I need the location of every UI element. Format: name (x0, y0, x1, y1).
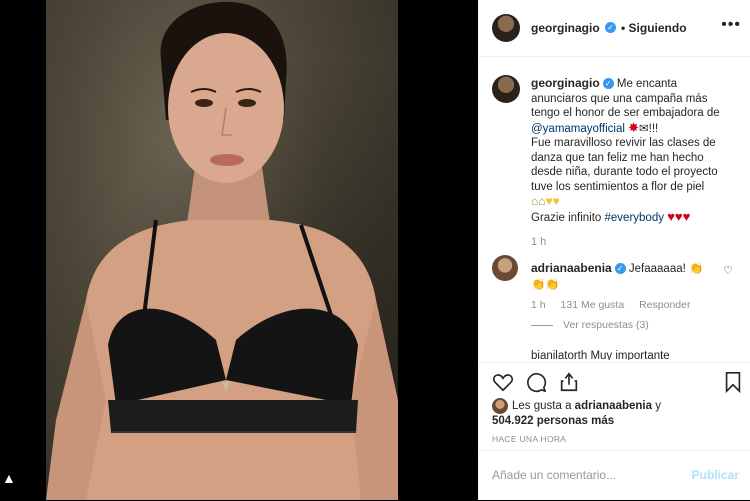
more-icon[interactable]: ••• (721, 16, 741, 34)
reply-button[interactable]: Responder (639, 299, 690, 311)
comment-meta: 1 h 131 Me gusta Responder (531, 299, 691, 311)
comment-box: Añade un comentario... Publicar (479, 450, 750, 501)
navigation-arrow-icon[interactable]: ▲ (2, 470, 16, 486)
mention-link[interactable]: @yamamayofficial (531, 123, 625, 135)
bookmark-icon[interactable] (722, 371, 744, 393)
comments-list: georginagio ✓ Me encanta anunciaros que u… (479, 57, 750, 360)
comment-likes[interactable]: 131 Me gusta (561, 299, 625, 311)
partial-comment: bianilatorth Muy importante (531, 350, 670, 360)
likes-summary: Les gusta a adrianaabenia y 504.922 pers… (492, 398, 742, 429)
post-timestamp: HACE UNA HORA (492, 434, 567, 444)
envelope-emoji-icon: ✉ (639, 122, 649, 135)
verified-icon: ✓ (614, 263, 626, 275)
action-bar (479, 362, 750, 399)
clap-emoji-icon: 👏👏 (531, 279, 560, 291)
verified-icon: ✓ (602, 78, 614, 90)
comment-input[interactable]: Añade un comentario... (492, 468, 616, 482)
follow-status[interactable]: • Siguiendo (621, 21, 687, 35)
verified-icon: ✓ (605, 22, 616, 33)
clap-emoji-icon: 👏 (689, 263, 704, 275)
view-replies-button[interactable]: Ver respuestas (3) (531, 319, 649, 331)
red-hearts-icon: ♥♥♥ (667, 208, 691, 224)
post-details-panel: georginagio ✓ • Siguiendo ••• georginagi… (478, 0, 750, 500)
hashtag-link[interactable]: #everybody (605, 212, 664, 224)
likes-user-link[interactable]: adrianaabenia (575, 400, 652, 412)
avatar[interactable] (492, 398, 508, 414)
collision-emoji-icon: ✸ (628, 119, 640, 135)
post-photo[interactable] (46, 0, 398, 500)
share-icon[interactable] (558, 371, 580, 393)
emoji-row: ⌂⌂♥♥ (531, 194, 560, 208)
model-illustration (46, 1, 398, 500)
comment-like-heart-icon[interactable]: ♡ (723, 264, 733, 277)
comment-username[interactable]: adrianaabenia (531, 261, 612, 275)
heart-icon[interactable] (492, 371, 514, 393)
caption-text: georginagio ✓ Me encanta anunciaros que u… (531, 76, 736, 225)
publish-button[interactable]: Publicar (692, 468, 739, 482)
caption-avatar[interactable] (492, 75, 520, 103)
caption-username[interactable]: georginagio (531, 76, 600, 90)
post-header: georginagio ✓ • Siguiendo ••• (479, 0, 750, 57)
comment-text: adrianaabenia ✓ Jefaaaaaa! 👏 👏👏 (531, 261, 704, 291)
likes-count-link[interactable]: 504.922 personas más (492, 415, 614, 427)
caption-timestamp[interactable]: 1 h (531, 236, 546, 248)
avatar[interactable] (492, 14, 520, 42)
commenter-avatar[interactable] (492, 255, 518, 281)
comment-icon[interactable] (525, 371, 547, 393)
header-username[interactable]: georginagio (531, 21, 600, 35)
photo-pane: ▲ (0, 0, 478, 500)
